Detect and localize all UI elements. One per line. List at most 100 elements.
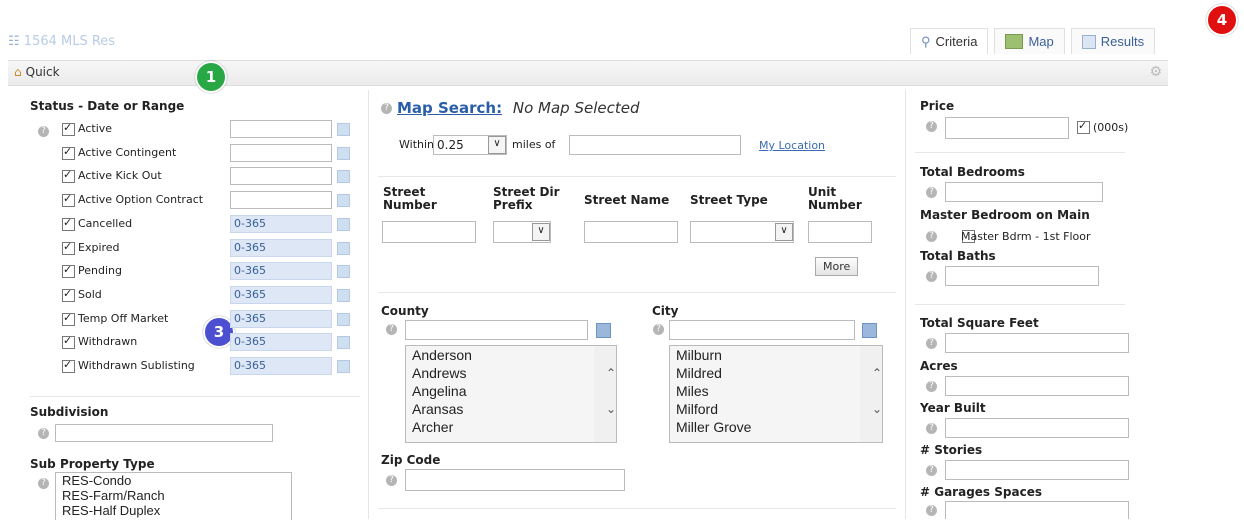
- calendar-icon[interactable]: [337, 360, 350, 373]
- status-date-range-input[interactable]: 0-365: [230, 357, 332, 375]
- subdivision-input[interactable]: [55, 424, 273, 442]
- status-date-range-input[interactable]: 0-365: [230, 286, 332, 304]
- scrollbar[interactable]: ⌃ ⌄: [860, 346, 882, 442]
- status-date-range-input[interactable]: 0-365: [230, 262, 332, 280]
- status-checkbox[interactable]: [62, 145, 75, 160]
- unit-number-input[interactable]: [808, 221, 872, 243]
- total-sqft-input[interactable]: [945, 333, 1129, 353]
- calendar-icon[interactable]: [337, 123, 350, 136]
- status-date-range-input[interactable]: [230, 144, 332, 162]
- calendar-icon[interactable]: [337, 289, 350, 302]
- city-list[interactable]: Milburn Mildred Miles Milford Miller Gro…: [669, 345, 883, 443]
- calendar-icon[interactable]: [337, 147, 350, 160]
- help-icon[interactable]: ?: [926, 121, 937, 132]
- help-icon[interactable]: ?: [926, 381, 937, 392]
- status-date-range-input[interactable]: [230, 191, 332, 209]
- status-checkbox[interactable]: [62, 216, 75, 231]
- calendar-icon[interactable]: [337, 313, 350, 326]
- city-search-input[interactable]: [669, 320, 855, 340]
- list-item[interactable]: Milford: [670, 400, 882, 418]
- street-number-input[interactable]: [382, 221, 476, 243]
- help-icon[interactable]: ?: [38, 428, 49, 439]
- status-checkbox[interactable]: [62, 121, 75, 136]
- help-icon[interactable]: ?: [386, 475, 397, 486]
- zip-code-input[interactable]: [405, 469, 625, 491]
- price-unit-checkbox[interactable]: [1077, 119, 1090, 134]
- list-item[interactable]: Milburn: [670, 346, 882, 364]
- status-checkbox[interactable]: [62, 192, 75, 207]
- my-location-link[interactable]: My Location: [759, 139, 825, 152]
- status-checkbox[interactable]: [62, 168, 75, 183]
- status-date-range-input[interactable]: 0-365: [230, 239, 332, 257]
- list-item[interactable]: RES-Farm/Ranch: [56, 488, 291, 503]
- calendar-icon[interactable]: [337, 265, 350, 278]
- status-date-range-input[interactable]: [230, 167, 332, 185]
- help-icon[interactable]: ?: [926, 187, 937, 198]
- garages-input[interactable]: [945, 501, 1129, 519]
- calendar-icon[interactable]: [337, 242, 350, 255]
- list-item[interactable]: Andrews: [406, 364, 616, 382]
- within-select[interactable]: 0.25 ∨: [433, 135, 507, 155]
- list-item[interactable]: Mildred: [670, 364, 882, 382]
- list-item[interactable]: Archer: [406, 418, 616, 436]
- list-icon[interactable]: [862, 323, 877, 338]
- help-icon[interactable]: ?: [38, 478, 49, 489]
- help-icon[interactable]: ?: [926, 465, 937, 476]
- list-item[interactable]: RES-Condo: [56, 473, 291, 488]
- list-item[interactable]: Aransas: [406, 400, 616, 418]
- list-item[interactable]: Miles: [670, 382, 882, 400]
- help-icon[interactable]: ?: [38, 126, 49, 137]
- tab-results[interactable]: Results: [1070, 28, 1156, 54]
- stories-input[interactable]: [945, 460, 1129, 480]
- status-date-range-input[interactable]: [230, 120, 332, 138]
- total-bedrooms-input[interactable]: [945, 182, 1103, 202]
- gear-icon[interactable]: ⚙: [1149, 64, 1162, 80]
- more-button[interactable]: More: [815, 257, 859, 276]
- calendar-icon[interactable]: [337, 218, 350, 231]
- tab-results-label: Results: [1100, 34, 1145, 49]
- street-dir-select[interactable]: ∨: [493, 221, 551, 243]
- county-search-input[interactable]: [405, 320, 588, 340]
- calendar-icon[interactable]: [337, 170, 350, 183]
- help-icon[interactable]: ?: [926, 231, 937, 242]
- column-divider: [368, 90, 369, 519]
- status-date-range-input[interactable]: 0-365: [230, 310, 332, 328]
- year-built-input[interactable]: [945, 418, 1129, 438]
- list-icon[interactable]: [596, 323, 611, 338]
- list-item[interactable]: Anderson: [406, 346, 616, 364]
- calendar-icon[interactable]: [337, 194, 350, 207]
- status-checkbox[interactable]: [62, 240, 75, 255]
- status-checkbox[interactable]: [62, 311, 75, 326]
- list-item[interactable]: Angelina: [406, 382, 616, 400]
- price-input[interactable]: [945, 117, 1069, 139]
- quick-button[interactable]: ⌂ Quick: [14, 65, 60, 79]
- acres-input[interactable]: [945, 376, 1129, 396]
- top-link[interactable]: ☷ 1564 MLS Res: [8, 34, 115, 49]
- location-input[interactable]: [569, 135, 741, 155]
- total-baths-input[interactable]: [945, 266, 1099, 286]
- sub-property-type-list[interactable]: RES-Condo RES-Farm/Ranch RES-Half Duplex: [55, 472, 292, 520]
- help-icon[interactable]: ?: [381, 103, 392, 114]
- tab-map[interactable]: Map: [994, 28, 1065, 54]
- help-icon[interactable]: ?: [926, 338, 937, 349]
- county-list[interactable]: Anderson Andrews Angelina Aransas Archer…: [405, 345, 617, 443]
- map-search-link[interactable]: Map Search:: [397, 99, 502, 117]
- street-type-select[interactable]: ∨: [690, 221, 794, 243]
- help-icon[interactable]: ?: [386, 324, 397, 335]
- help-icon[interactable]: ?: [926, 423, 937, 434]
- list-item[interactable]: RES-Half Duplex: [56, 503, 291, 518]
- help-icon[interactable]: ?: [926, 505, 937, 516]
- scrollbar[interactable]: ⌃ ⌄: [594, 346, 616, 442]
- tab-criteria[interactable]: ⚲ Criteria: [910, 28, 989, 54]
- calendar-icon[interactable]: [337, 336, 350, 349]
- street-name-input[interactable]: [584, 221, 678, 243]
- list-item[interactable]: Miller Grove: [670, 418, 882, 436]
- status-checkbox[interactable]: [62, 358, 75, 373]
- help-icon[interactable]: ?: [926, 271, 937, 282]
- status-date-range-input[interactable]: 0-365: [230, 333, 332, 351]
- status-checkbox[interactable]: [62, 263, 75, 278]
- status-checkbox[interactable]: [62, 334, 75, 349]
- status-checkbox[interactable]: [62, 287, 75, 302]
- help-icon[interactable]: ?: [653, 324, 664, 335]
- status-date-range-input[interactable]: 0-365: [230, 215, 332, 233]
